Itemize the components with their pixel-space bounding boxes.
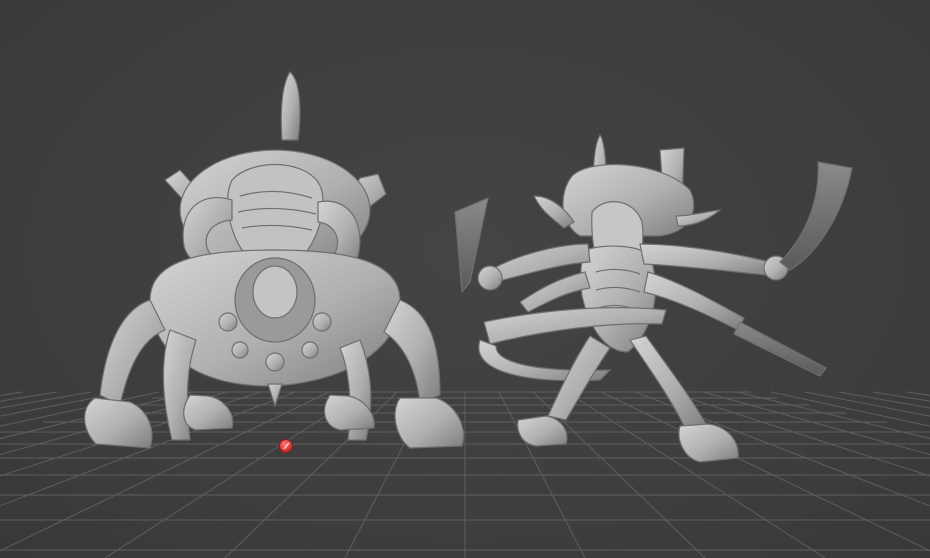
3d-viewport[interactable] (0, 0, 930, 558)
scene-canvas[interactable] (0, 0, 930, 558)
origin-point-icon[interactable] (279, 439, 293, 453)
